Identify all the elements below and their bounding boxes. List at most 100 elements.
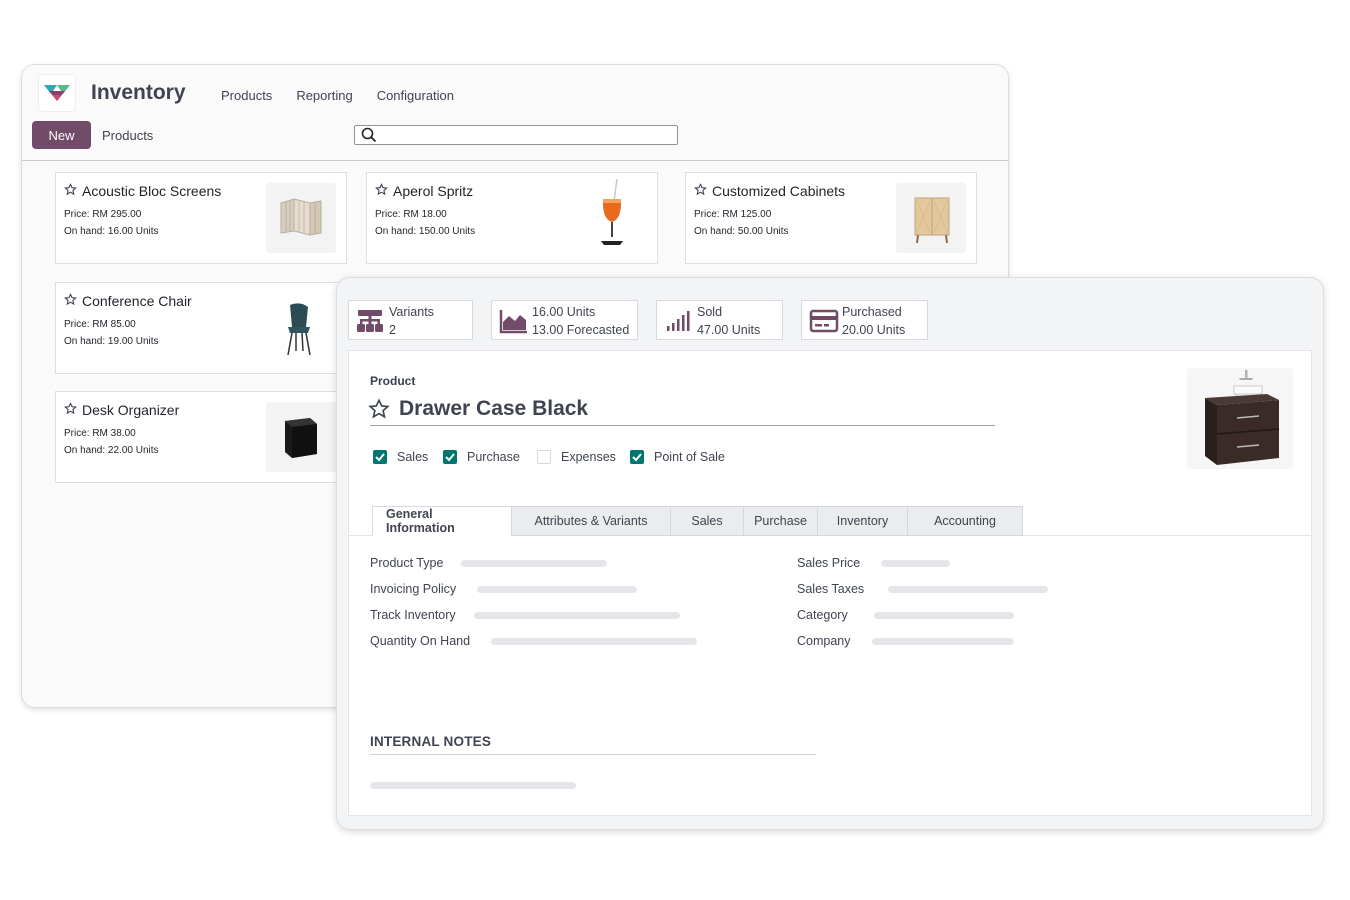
purchase-checkbox[interactable]: Purchase bbox=[443, 450, 520, 464]
checkbox-label: Sales bbox=[397, 450, 429, 464]
track-inventory-label: Track Inventory bbox=[370, 608, 456, 622]
checkbox-label: Expenses bbox=[561, 450, 616, 464]
track-inventory-value[interactable] bbox=[474, 612, 680, 619]
tab-general-information[interactable]: General Information bbox=[372, 506, 512, 536]
category-value[interactable] bbox=[874, 612, 1014, 619]
card-price: Price: RM 85.00 bbox=[64, 319, 136, 330]
quantity-on-hand-label: Quantity On Hand bbox=[370, 634, 471, 648]
product-image[interactable] bbox=[1187, 368, 1293, 469]
star-icon[interactable] bbox=[64, 402, 77, 415]
purchased-stat-button[interactable]: Purchased 20.00 Units bbox=[801, 300, 928, 340]
invoicing-policy-label: Invoicing Policy bbox=[370, 582, 457, 596]
check-icon[interactable] bbox=[630, 450, 644, 464]
product-type-value[interactable] bbox=[461, 560, 607, 567]
check-icon[interactable] bbox=[373, 450, 387, 464]
tab-sales[interactable]: Sales bbox=[670, 506, 744, 536]
top-navbar: Inventory Products Reporting Configurati… bbox=[22, 65, 1008, 161]
card-price: Price: RM 38.00 bbox=[64, 428, 136, 439]
product-type-label: Product Type bbox=[370, 556, 444, 570]
category-label: Category bbox=[797, 608, 848, 622]
cabinet-image bbox=[896, 183, 966, 253]
search-icon bbox=[361, 127, 377, 143]
variants-icon bbox=[357, 310, 383, 332]
product-card[interactable]: Aperol Spritz Price: RM 18.00 On hand: 1… bbox=[366, 172, 658, 264]
company-value[interactable] bbox=[872, 638, 1014, 645]
product-label: Product bbox=[370, 374, 416, 388]
stat-value: 2 bbox=[389, 323, 396, 337]
unchecked-box[interactable] bbox=[537, 450, 551, 464]
chair-image bbox=[266, 293, 336, 363]
stat-value: 13.00 Forecasted bbox=[532, 323, 630, 337]
favorite-star-icon[interactable] bbox=[368, 398, 390, 420]
screen-image bbox=[266, 183, 336, 253]
card-name: Customized Cabinets bbox=[712, 183, 846, 199]
star-icon[interactable] bbox=[694, 183, 707, 196]
notebook-tabs: General Information Attributes & Variant… bbox=[372, 506, 1023, 536]
stat-value: 20.00 Units bbox=[842, 323, 906, 337]
checkbox-label: Purchase bbox=[467, 450, 520, 464]
card-name: Desk Organizer bbox=[82, 402, 180, 418]
menu-reporting[interactable]: Reporting bbox=[296, 88, 352, 103]
sales-taxes-value[interactable] bbox=[888, 586, 1048, 593]
card-on-hand: On hand: 19.00 Units bbox=[64, 336, 159, 347]
card-on-hand: On hand: 16.00 Units bbox=[64, 226, 159, 237]
internal-notes-title: INTERNAL NOTES bbox=[370, 734, 492, 749]
sales-price-label: Sales Price bbox=[797, 556, 861, 570]
tab-inventory[interactable]: Inventory bbox=[817, 506, 908, 536]
menu-products[interactable]: Products bbox=[221, 88, 272, 103]
tab-attributes-variants[interactable]: Attributes & Variants bbox=[511, 506, 671, 536]
card-name: Acoustic Bloc Screens bbox=[82, 183, 222, 199]
stat-value: 47.00 Units bbox=[697, 323, 761, 337]
product-name-field[interactable]: Drawer Case Black bbox=[399, 397, 588, 421]
forecast-stat-button[interactable]: 16.00 Units 13.00 Forecasted bbox=[491, 300, 638, 340]
form-sheet: Product Drawer Case Black Sales Purchase… bbox=[348, 350, 1312, 816]
new-button[interactable]: New bbox=[32, 121, 91, 149]
internal-notes-divider bbox=[370, 754, 816, 755]
card-price: Price: RM 18.00 bbox=[375, 209, 447, 220]
tab-purchase[interactable]: Purchase bbox=[743, 506, 818, 536]
app-title: Inventory bbox=[91, 81, 186, 104]
credit-card-icon bbox=[809, 309, 839, 333]
sold-stat-button[interactable]: Sold 47.00 Units bbox=[656, 300, 783, 340]
tab-accounting[interactable]: Accounting bbox=[907, 506, 1023, 536]
star-icon[interactable] bbox=[64, 183, 77, 196]
card-name: Aperol Spritz bbox=[393, 183, 474, 199]
card-on-hand: On hand: 50.00 Units bbox=[694, 226, 789, 237]
stat-label: 16.00 Units bbox=[532, 305, 596, 319]
main-menu: Products Reporting Configuration bbox=[221, 88, 478, 103]
product-card[interactable]: Acoustic Bloc Screens Price: RM 295.00 O… bbox=[55, 172, 347, 264]
variants-stat-button[interactable]: Variants 2 bbox=[348, 300, 473, 340]
card-price: Price: RM 125.00 bbox=[694, 209, 772, 220]
card-price: Price: RM 295.00 bbox=[64, 209, 142, 220]
company-label: Company bbox=[797, 634, 851, 648]
point-of-sale-checkbox[interactable]: Point of Sale bbox=[630, 450, 725, 464]
card-name: Conference Chair bbox=[82, 293, 192, 309]
expenses-checkbox[interactable]: Expenses bbox=[537, 450, 616, 464]
invoicing-policy-value[interactable] bbox=[477, 586, 637, 593]
stat-label: Purchased bbox=[842, 305, 902, 319]
product-card[interactable]: Customized Cabinets Price: RM 125.00 On … bbox=[685, 172, 977, 264]
internal-notes-field[interactable] bbox=[370, 782, 576, 789]
stat-label: Sold bbox=[697, 305, 723, 319]
checkbox-label: Point of Sale bbox=[654, 450, 725, 464]
menu-configuration[interactable]: Configuration bbox=[377, 88, 454, 103]
sales-checkbox[interactable]: Sales bbox=[373, 450, 428, 464]
star-icon[interactable] bbox=[64, 293, 77, 306]
app-logo[interactable] bbox=[39, 75, 75, 111]
forecast-chart-icon bbox=[499, 310, 527, 334]
check-icon[interactable] bbox=[443, 450, 457, 464]
product-form-window: Variants 2 16.00 Units 13.00 Forecasted … bbox=[336, 277, 1324, 830]
star-icon[interactable] bbox=[375, 183, 388, 196]
card-on-hand: On hand: 150.00 Units bbox=[375, 226, 476, 237]
drink-image bbox=[577, 178, 647, 253]
sold-bars-icon bbox=[667, 311, 690, 331]
stat-label: Variants bbox=[389, 305, 434, 319]
search-input[interactable] bbox=[354, 125, 678, 145]
breadcrumb: Products bbox=[102, 128, 154, 143]
sales-price-value[interactable] bbox=[881, 560, 950, 567]
product-card[interactable]: Desk Organizer Price: RM 38.00 On hand: … bbox=[55, 391, 347, 483]
quantity-on-hand-value[interactable] bbox=[491, 638, 697, 645]
product-card[interactable]: Conference Chair Price: RM 85.00 On hand… bbox=[55, 282, 347, 374]
organizer-image bbox=[266, 402, 336, 472]
product-name-underline bbox=[370, 425, 995, 426]
